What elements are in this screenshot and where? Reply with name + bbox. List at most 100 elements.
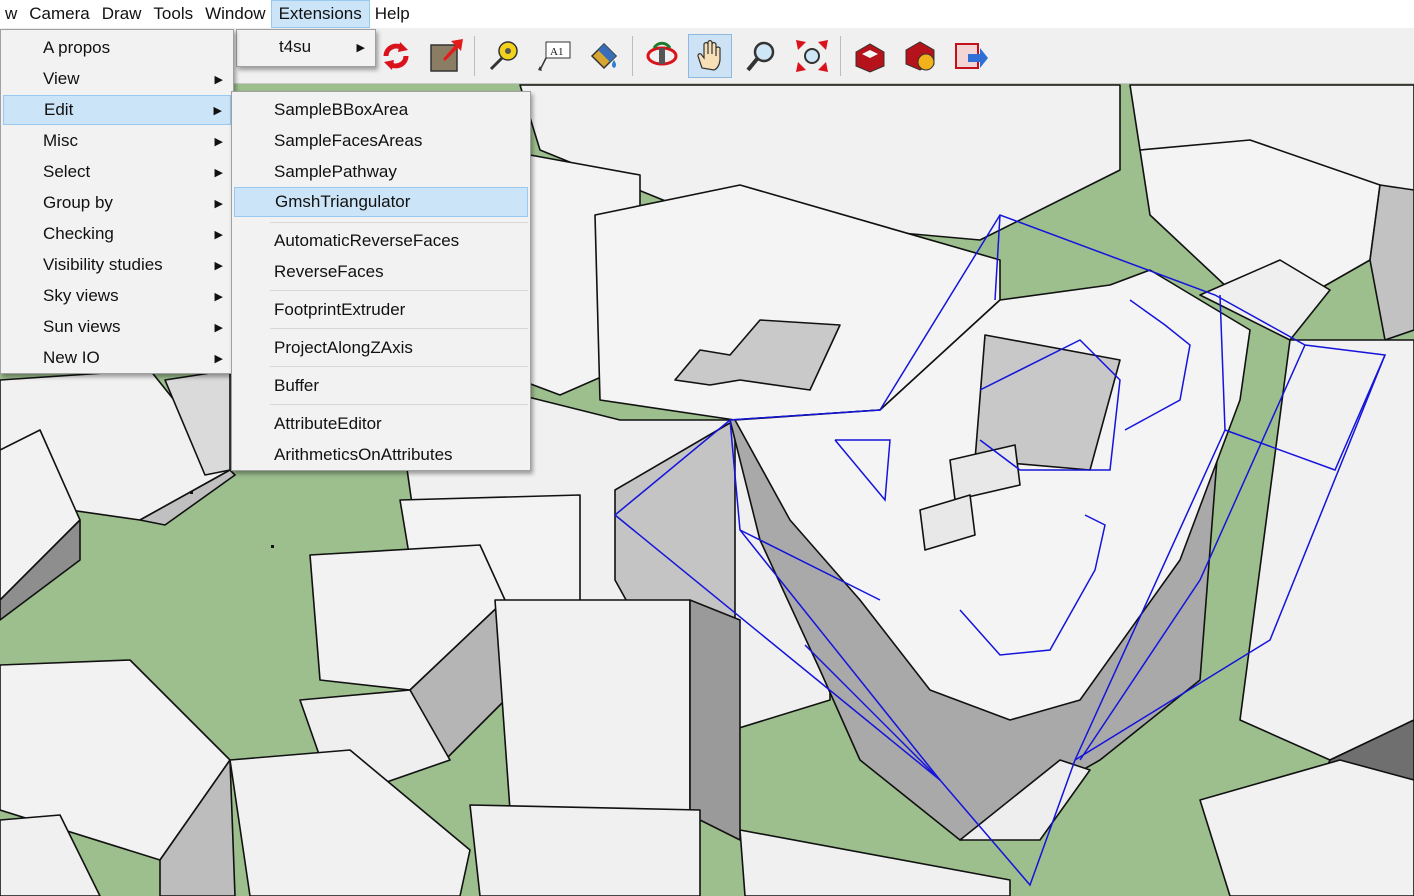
menu-separator xyxy=(270,290,528,291)
menu-item-label: ProjectAlongZAxis xyxy=(274,338,413,357)
menu-item-label: Edit xyxy=(44,100,74,119)
extension-warehouse-icon xyxy=(905,41,935,71)
t4su-item-misc[interactable]: Misc ▶ xyxy=(3,126,231,156)
paint-bucket-icon xyxy=(590,42,618,70)
menu-item-label: GmshTriangulator xyxy=(275,192,411,211)
edit-item-automaticreversefaces[interactable]: AutomaticReverseFaces xyxy=(234,226,528,256)
menu-draw[interactable]: Draw xyxy=(95,0,149,28)
toolbar-separator xyxy=(840,36,841,76)
send-to-layout-icon xyxy=(955,43,988,69)
send-to-layout-button[interactable] xyxy=(948,34,992,78)
t4su-item-new-io[interactable]: New IO ▶ xyxy=(3,343,231,373)
menu-item-label: Select xyxy=(43,162,91,181)
t4su-item-checking[interactable]: Checking ▶ xyxy=(3,219,231,249)
menu-view-truncated[interactable]: w xyxy=(0,0,24,28)
tape-measure-button[interactable] xyxy=(482,34,526,78)
submenu-arrow-icon: ▶ xyxy=(214,352,223,365)
menu-item-label: Group by xyxy=(43,193,113,212)
extensions-menu: t4su ▶ xyxy=(236,29,376,67)
menu-item-label: Misc xyxy=(43,131,78,150)
menu-item-label: ArithmeticsOnAttributes xyxy=(274,445,453,464)
edit-item-footprintextruder[interactable]: FootprintExtruder xyxy=(234,295,528,325)
extensions-item-t4su[interactable]: t4su ▶ xyxy=(239,32,373,62)
menu-item-label: t4su xyxy=(279,37,312,56)
menu-item-label: SampleFacesAreas xyxy=(274,131,423,150)
t4su-item-a-propos[interactable]: A propos xyxy=(3,33,231,63)
text-icon-label: A1 xyxy=(550,46,563,58)
edit-item-projectalongzaxis[interactable]: ProjectAlongZAxis xyxy=(234,333,528,363)
menu-separator xyxy=(270,222,528,223)
menu-item-label: A propos xyxy=(43,38,111,57)
submenu-arrow-icon: ▶ xyxy=(214,135,223,148)
edit-item-buffer[interactable]: Buffer xyxy=(234,371,528,401)
menu-item-label: AttributeEditor xyxy=(274,414,382,433)
menu-item-label: Checking xyxy=(43,224,114,243)
t4su-item-group-by[interactable]: Group by ▶ xyxy=(3,188,231,218)
menu-item-label: ReverseFaces xyxy=(274,262,384,281)
menu-item-label: Sun views xyxy=(43,317,121,336)
t4su-item-select[interactable]: Select ▶ xyxy=(3,157,231,187)
menu-item-label: Sky views xyxy=(43,286,119,305)
zoom-extents-icon xyxy=(796,40,828,72)
submenu-arrow-icon: ▶ xyxy=(214,197,223,210)
building-side xyxy=(689,599,741,841)
submenu-arrow-icon: ▶ xyxy=(213,104,222,117)
refresh-icon xyxy=(383,42,409,70)
submenu-arrow-icon: ▶ xyxy=(214,73,223,86)
t4su-menu: A propos View ▶ Edit ▶ Misc ▶ Select ▶ G… xyxy=(0,29,234,374)
tape-measure-icon xyxy=(489,41,518,71)
refresh-button[interactable] xyxy=(374,34,418,78)
pan-icon xyxy=(697,39,721,71)
toolbar-separator xyxy=(474,36,475,76)
t4su-item-edit[interactable]: Edit ▶ xyxy=(3,95,231,125)
scale-button[interactable] xyxy=(424,34,468,78)
toolbar-separator xyxy=(632,36,633,76)
edit-item-samplepathway[interactable]: SamplePathway xyxy=(234,157,528,187)
menu-item-label: Buffer xyxy=(274,376,320,395)
t4su-item-visibility-studies[interactable]: Visibility studies ▶ xyxy=(3,250,231,280)
extension-warehouse-button[interactable] xyxy=(898,34,942,78)
edit-item-gmshtriangulator[interactable]: GmshTriangulator xyxy=(234,187,528,217)
menu-bar: w Camera Draw Tools Window Extensions He… xyxy=(0,0,1414,29)
menu-item-label: New IO xyxy=(43,348,100,367)
scale-icon xyxy=(430,39,463,72)
edit-item-samplefacesareas[interactable]: SampleFacesAreas xyxy=(234,126,528,156)
t4su-item-view[interactable]: View ▶ xyxy=(3,64,231,94)
edit-menu: SampleBBoxArea SampleFacesAreas SamplePa… xyxy=(231,91,531,471)
paint-bucket-button[interactable] xyxy=(582,34,626,78)
menu-item-label: SampleBBoxArea xyxy=(274,100,409,119)
submenu-arrow-icon: ▶ xyxy=(214,166,223,179)
menu-item-label: FootprintExtruder xyxy=(274,300,406,319)
edit-item-reversefaces[interactable]: ReverseFaces xyxy=(234,257,528,287)
menu-item-label: AutomaticReverseFaces xyxy=(274,231,460,250)
building[interactable] xyxy=(494,599,691,816)
menu-window[interactable]: Window xyxy=(198,0,272,28)
menu-camera[interactable]: Camera xyxy=(22,0,96,28)
menu-help[interactable]: Help xyxy=(368,0,417,28)
menu-separator xyxy=(270,328,528,329)
menu-separator xyxy=(270,404,528,405)
edit-item-attributeeditor[interactable]: AttributeEditor xyxy=(234,409,528,439)
orbit-icon xyxy=(646,41,678,66)
menu-item-label: View xyxy=(43,69,80,88)
menu-extensions[interactable]: Extensions xyxy=(270,0,370,28)
submenu-arrow-icon: ▶ xyxy=(214,321,223,334)
submenu-arrow-icon: ▶ xyxy=(214,290,223,303)
t4su-item-sun-views[interactable]: Sun views ▶ xyxy=(3,312,231,342)
zoom-icon xyxy=(746,41,775,72)
zoom-button[interactable] xyxy=(740,34,784,78)
menu-item-label: SamplePathway xyxy=(274,162,397,181)
pan-button[interactable] xyxy=(688,34,732,78)
building[interactable] xyxy=(469,804,701,896)
menu-item-label: Visibility studies xyxy=(43,255,163,274)
zoom-extents-button[interactable] xyxy=(790,34,834,78)
edit-item-samplebboxarea[interactable]: SampleBBoxArea xyxy=(234,95,528,125)
orbit-button[interactable] xyxy=(640,34,684,78)
submenu-arrow-icon: ▶ xyxy=(214,259,223,272)
warehouse-button[interactable] xyxy=(848,34,892,78)
t4su-item-sky-views[interactable]: Sky views ▶ xyxy=(3,281,231,311)
edit-item-arithmeticsonattributes[interactable]: ArithmeticsOnAttributes xyxy=(234,440,528,470)
menu-tools[interactable]: Tools xyxy=(146,0,200,28)
text-button[interactable]: A1 xyxy=(532,34,576,78)
text-icon: A1 xyxy=(538,41,571,71)
